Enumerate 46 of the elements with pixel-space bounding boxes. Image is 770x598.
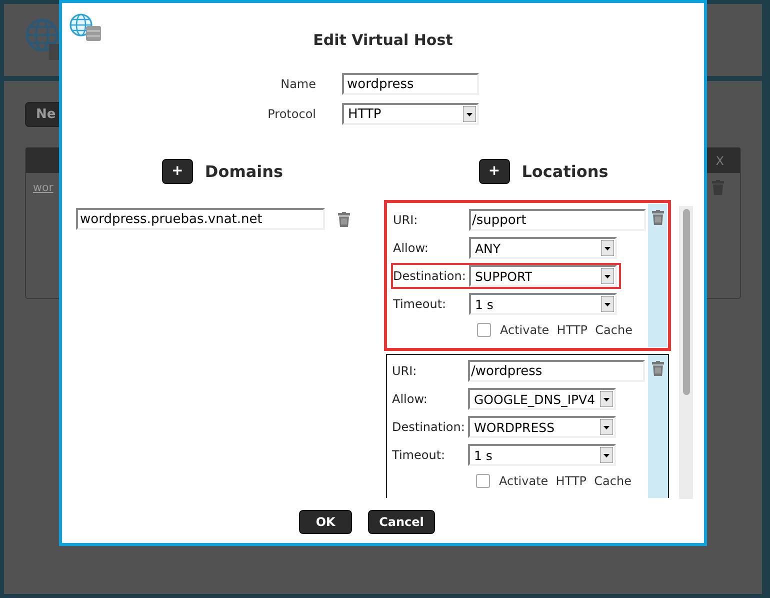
field-label: Allow: (392, 392, 428, 406)
add-location-button[interactable]: + (478, 158, 510, 184)
field-label: URI: (392, 364, 418, 378)
dropdown[interactable]: ANY (469, 237, 617, 259)
section-heading: Domains (204, 162, 284, 180)
caret-icon (600, 419, 613, 435)
add-domain-button[interactable]: + (162, 158, 193, 184)
caret-icon (600, 391, 613, 407)
dialog-button[interactable]: Cancel (368, 510, 435, 534)
dropdown[interactable]: WORDPRESS (468, 416, 616, 438)
dropdown[interactable]: SUPPORT (469, 265, 617, 287)
field-label: Timeout: (392, 448, 446, 462)
field-label: Name (280, 77, 316, 91)
checkbox-label: Activate HTTP Cache (499, 474, 632, 488)
field-label: Timeout: (393, 297, 448, 311)
caret-icon (601, 296, 614, 312)
domain-field[interactable]: wordpress.pruebas.vnat.net (76, 208, 325, 230)
field-label: Destination: (392, 420, 466, 434)
field-label: URI: (393, 213, 419, 227)
field-label: Destination: (393, 269, 467, 283)
dropdown[interactable]: GOOGLE_DNS_IPV4 (468, 388, 616, 410)
checkbox-label: Activate HTTP Cache (500, 323, 632, 337)
caret-icon (463, 106, 476, 122)
dropdown[interactable]: 1 s (468, 444, 616, 466)
dropdown[interactable]: 1 s (469, 293, 617, 315)
globe-server-icon (69, 13, 101, 41)
scrollbar[interactable] (679, 206, 693, 499)
uri-field[interactable]: /support (469, 209, 646, 231)
trash-icon[interactable] (652, 361, 664, 376)
checkbox[interactable] (476, 474, 490, 488)
section-heading: Locations (522, 162, 608, 180)
caret-icon (601, 240, 614, 256)
globe-server-icon (25, 18, 61, 60)
dialog-button[interactable]: OK (299, 510, 352, 534)
trash-icon[interactable] (652, 210, 664, 225)
trash-icon[interactable] (338, 212, 350, 226)
uri-field[interactable]: /wordpress (468, 360, 645, 382)
column-header: X (716, 154, 724, 168)
field-label: Protocol (266, 107, 316, 121)
name-field[interactable]: wordpress (342, 73, 479, 95)
caret-icon (601, 268, 614, 284)
field-label: Allow: (393, 241, 430, 255)
protocol-select[interactable]: HTTP (342, 103, 479, 125)
checkbox[interactable] (477, 323, 491, 337)
caret-icon (600, 447, 613, 463)
dialog-title: Edit Virtual Host (312, 31, 454, 51)
